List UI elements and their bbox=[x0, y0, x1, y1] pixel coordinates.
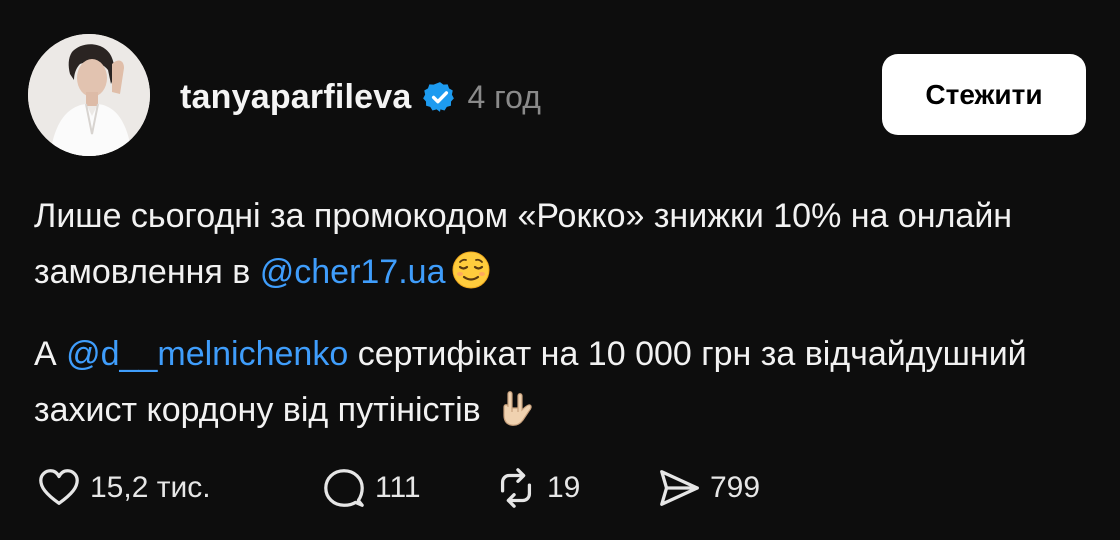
mention-link-d-melnichenko[interactable]: @d__melnichenko bbox=[66, 335, 348, 373]
post-text: А bbox=[34, 335, 67, 373]
comment-button[interactable]: 111 bbox=[321, 465, 493, 511]
repost-icon bbox=[500, 468, 532, 508]
like-count: 15,2 тис. bbox=[90, 471, 211, 504]
post-header: tanyaparfileva 4 год bbox=[180, 74, 541, 120]
post-text: Лише сьогодні за промокодом «Рокко» зниж… bbox=[34, 197, 1013, 291]
share-button[interactable]: 799 bbox=[656, 465, 760, 511]
sign-of-the-horns-emoji-icon bbox=[496, 388, 536, 428]
share-count: 799 bbox=[710, 471, 761, 504]
comment-bubble-icon bbox=[324, 469, 364, 507]
post-actions-bar: 15,2 тис. 111 19 799 bbox=[36, 466, 760, 510]
post-timestamp: 4 год bbox=[467, 78, 541, 115]
repost-count: 19 bbox=[547, 471, 581, 504]
post-text-paragraph-1: Лише сьогодні за промокодом «Рокко» зниж… bbox=[34, 188, 1094, 300]
avatar-photo-icon bbox=[28, 34, 150, 156]
username-link[interactable]: tanyaparfileva bbox=[180, 78, 411, 117]
follow-button[interactable]: Стежити bbox=[882, 54, 1086, 135]
heart-icon bbox=[39, 469, 79, 505]
repost-button[interactable]: 19 bbox=[493, 465, 656, 511]
like-button[interactable]: 15,2 тис. bbox=[36, 465, 321, 511]
post-text-paragraph-2: А @d__melnichenko сертифікат на 10 000 г… bbox=[34, 326, 1094, 438]
avatar[interactable] bbox=[28, 34, 150, 156]
comment-count: 111 bbox=[375, 471, 421, 504]
send-arrow-icon bbox=[660, 470, 699, 506]
relieved-face-emoji-icon bbox=[451, 250, 491, 290]
mention-link-cher17[interactable]: @cher17.ua bbox=[260, 253, 446, 291]
verified-badge-icon bbox=[423, 80, 457, 114]
post-card: tanyaparfileva 4 год Стежити Лише сьогод… bbox=[0, 0, 1120, 540]
